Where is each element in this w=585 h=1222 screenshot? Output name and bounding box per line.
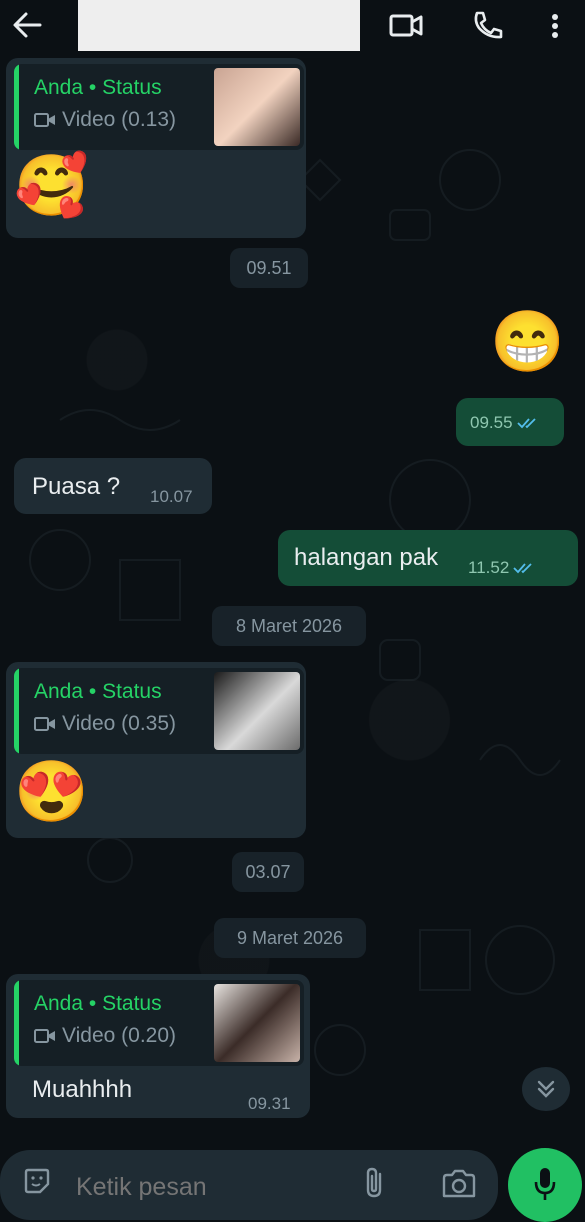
video-icon — [34, 717, 55, 731]
read-ticks-icon — [513, 563, 532, 574]
phone-icon — [474, 11, 503, 39]
quote-title: Anda • Status — [34, 680, 162, 703]
quote-subtitle: Video (0.13) — [34, 108, 176, 132]
more-options-button[interactable] — [540, 8, 570, 42]
video-icon — [34, 113, 55, 127]
status-thumbnail — [214, 984, 300, 1062]
voice-call-button[interactable] — [470, 8, 506, 42]
arrow-left-icon — [13, 12, 42, 38]
grinning-face-emoji: 😁 — [490, 308, 565, 375]
message-text: Puasa ? — [32, 473, 121, 500]
read-ticks-icon — [516, 418, 536, 429]
quote-subtitle-text: Video (0.20) — [62, 1024, 177, 1047]
quote-title: Anda • Status — [34, 76, 162, 99]
microphone-icon — [534, 1168, 556, 1200]
message-time: 09.31 — [248, 1094, 291, 1113]
more-vertical-icon — [552, 14, 558, 38]
quoted-status[interactable]: Anda • Status Video (0.20) — [14, 980, 304, 1066]
back-button[interactable] — [10, 8, 44, 42]
message-text: Muahhhh — [32, 1076, 133, 1103]
sticker-icon[interactable] — [22, 1166, 52, 1196]
message-input[interactable] — [74, 1172, 328, 1203]
message-time-text: 11.52 — [468, 558, 510, 577]
quoted-status[interactable]: Anda • Status Video (0.13) — [14, 64, 304, 150]
video-camera-icon — [389, 14, 423, 37]
time-chip: 09.51 — [230, 248, 308, 288]
message-text: halangan pak — [294, 544, 439, 571]
quoted-status[interactable]: Anda • Status Video (0.35) — [14, 668, 304, 754]
quote-subtitle: Video (0.20) — [34, 1024, 176, 1048]
chat-header — [0, 0, 585, 52]
contact-info-redacted[interactable] — [78, 0, 360, 51]
heart-eyes-emoji: 😍 — [14, 758, 89, 825]
quote-accent-bar — [14, 668, 19, 754]
message-outgoing[interactable]: halangan pak 11.52 — [278, 530, 578, 586]
message-incoming-status-reply[interactable]: Anda • Status Video (0.13) 🥰 — [6, 58, 306, 238]
message-time-text: 09.55 — [470, 413, 513, 432]
date-separator: 8 Maret 2026 — [212, 606, 366, 646]
date-separator: 9 Maret 2026 — [214, 918, 366, 958]
quote-subtitle-text: Video (0.35) — [62, 712, 177, 735]
message-time: 10.07 — [150, 487, 193, 506]
message-incoming-status-reply[interactable]: Anda • Status Video (0.35) 😍 — [6, 662, 306, 838]
status-thumbnail — [214, 672, 300, 750]
message-time: 11.52 — [468, 558, 539, 578]
message-incoming-status-reply[interactable]: Anda • Status Video (0.20) Muahhhh 09.31 — [6, 974, 310, 1118]
status-thumbnail — [214, 68, 300, 146]
paperclip-icon[interactable] — [362, 1166, 388, 1200]
quote-accent-bar — [14, 980, 19, 1066]
quote-accent-bar — [14, 64, 19, 150]
message-time: 09.55 — [470, 413, 543, 433]
video-call-button[interactable] — [388, 8, 424, 42]
message-outgoing-time[interactable]: 09.55 — [456, 398, 564, 446]
camera-icon[interactable] — [440, 1168, 478, 1200]
quote-subtitle: Video (0.35) — [34, 712, 176, 736]
quote-subtitle-text: Video (0.13) — [62, 108, 177, 131]
time-chip: 03.07 — [232, 852, 304, 892]
double-chevron-down-icon — [537, 1080, 555, 1098]
video-icon — [34, 1029, 55, 1043]
message-incoming[interactable]: Puasa ? 10.07 — [14, 458, 212, 514]
voice-message-button[interactable] — [508, 1148, 582, 1222]
smiling-face-with-hearts-emoji: 🥰 — [14, 152, 89, 219]
quote-title: Anda • Status — [34, 992, 162, 1015]
scroll-to-bottom-button[interactable] — [522, 1067, 570, 1111]
